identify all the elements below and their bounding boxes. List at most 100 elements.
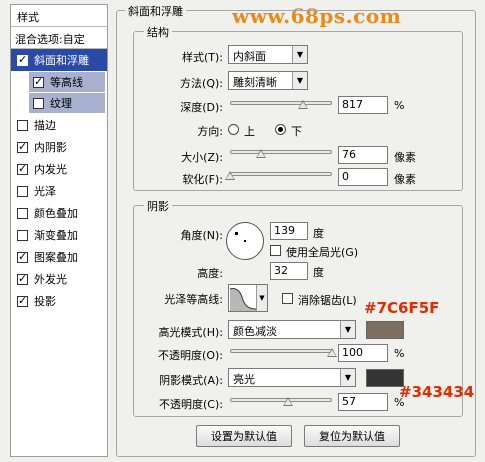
style-item[interactable]: 斜面和浮雕 [11, 49, 107, 71]
antialias-checkbox[interactable] [282, 293, 293, 304]
style-item-label: 光泽 [34, 185, 56, 198]
technique-dropdown[interactable]: 雕刻清晰 ▼ [228, 71, 308, 90]
size-input[interactable]: 76 [338, 146, 388, 164]
size-slider-thumb[interactable] [255, 149, 266, 158]
angle-dial[interactable] [226, 222, 264, 260]
technique-label: 方法(Q): [180, 77, 223, 90]
style-item[interactable]: 投影 [11, 290, 107, 312]
angle-dial-handle[interactable] [235, 232, 238, 235]
highlight-opacity-input[interactable]: 100 [338, 344, 388, 362]
style-item[interactable]: 图案叠加 [11, 246, 107, 268]
style-item[interactable]: 等高线 [29, 72, 105, 92]
style-item-checkbox[interactable] [17, 207, 28, 219]
angle-input[interactable]: 139 [270, 222, 308, 240]
style-item[interactable]: 纹理 [29, 93, 105, 113]
size-label: 大小(Z): [181, 151, 223, 164]
direction-down-label[interactable]: 下 [291, 123, 302, 139]
style-item[interactable]: 内发光 [11, 158, 107, 180]
reset-default-button[interactable]: 复位为默认值 [304, 425, 400, 447]
style-list: 斜面和浮雕等高线纹理描边内阴影内发光光泽颜色叠加渐变叠加图案叠加外发光投影 [11, 49, 107, 312]
style-item-checkbox[interactable] [33, 75, 44, 88]
style-item[interactable]: 渐变叠加 [11, 224, 107, 246]
highlight-opacity-slider[interactable] [230, 346, 337, 358]
shadow-mode-dropdown[interactable]: 亮光 ▼ [228, 368, 356, 387]
soften-slider-track [230, 172, 332, 176]
bevel-emboss-title: 斜面和浮雕 [125, 3, 186, 19]
soften-label: 软化(F): [182, 173, 223, 186]
style-item-checkbox[interactable] [17, 185, 28, 197]
highlight-opacity-thumb[interactable] [327, 348, 337, 357]
soften-input[interactable]: 0 [338, 168, 388, 186]
angle-unit: 度 [313, 227, 324, 240]
styles-panel: 样式 混合选项:自定 斜面和浮雕等高线纹理描边内阴影内发光光泽颜色叠加渐变叠加图… [10, 4, 108, 457]
antialias-label[interactable]: 消除锯齿(L) [298, 292, 357, 308]
style-dropdown-value: 内斜面 [233, 50, 266, 63]
contour-curve-icon [230, 288, 256, 311]
style-item-checkbox[interactable] [17, 294, 28, 307]
chevron-down-icon[interactable]: ▼ [292, 72, 307, 89]
shadow-opacity-label: 不透明度(C): [159, 398, 223, 411]
chevron-down-icon[interactable]: ▼ [340, 321, 355, 338]
size-slider[interactable] [230, 147, 332, 159]
style-item-checkbox[interactable] [17, 140, 28, 153]
global-light-checkbox[interactable] [270, 245, 281, 256]
style-item-checkbox[interactable] [17, 53, 28, 66]
style-item-label: 图案叠加 [34, 251, 78, 264]
style-item-checkbox[interactable] [17, 272, 28, 285]
direction-label: 方向: [197, 125, 223, 138]
style-item[interactable]: 内阴影 [11, 136, 107, 158]
shadow-opacity-track [230, 398, 332, 402]
style-item-checkbox[interactable] [17, 250, 28, 263]
depth-input[interactable]: 817 [338, 96, 388, 114]
shadow-opacity-thumb[interactable] [283, 397, 294, 406]
depth-slider-thumb[interactable] [298, 100, 309, 109]
altitude-input[interactable]: 32 [270, 262, 308, 280]
style-item-label: 描边 [34, 119, 56, 132]
shadow-opacity-input[interactable]: 57 [338, 393, 388, 411]
angle-dial-center [244, 240, 246, 242]
highlight-color-swatch[interactable] [366, 321, 404, 339]
styles-header[interactable]: 样式 [11, 5, 107, 27]
style-item[interactable]: 描边 [11, 114, 107, 136]
shadow-hex-annotation: #343434 [399, 383, 475, 401]
blending-options-item[interactable]: 混合选项:自定 [11, 27, 107, 49]
style-item-checkbox[interactable] [17, 162, 28, 175]
depth-slider[interactable] [230, 98, 332, 110]
style-item[interactable]: 外发光 [11, 268, 107, 290]
chevron-down-icon[interactable]: ▼ [292, 46, 307, 63]
gloss-contour-label: 光泽等高线: [164, 293, 223, 306]
chevron-down-icon[interactable]: ▼ [256, 285, 267, 311]
global-light-label[interactable]: 使用全局光(G) [286, 244, 358, 260]
shadow-opacity-slider[interactable] [230, 395, 332, 407]
chevron-down-icon[interactable]: ▼ [340, 369, 355, 386]
soften-slider-thumb[interactable] [225, 171, 235, 180]
style-dropdown[interactable]: 内斜面 ▼ [228, 45, 308, 64]
style-item-label: 等高线 [50, 76, 83, 89]
style-item-checkbox[interactable] [17, 229, 28, 241]
depth-unit: % [394, 99, 405, 112]
style-item-checkbox[interactable] [33, 97, 44, 109]
direction-up-label[interactable]: 上 [244, 123, 255, 139]
shadow-mode-value: 亮光 [233, 373, 255, 386]
style-item[interactable]: 光泽 [11, 180, 107, 202]
size-slider-track [230, 150, 332, 154]
style-item[interactable]: 颜色叠加 [11, 202, 107, 224]
style-item-checkbox[interactable] [17, 119, 28, 131]
shading-title: 阴影 [144, 198, 172, 214]
direction-up-radio[interactable] [228, 124, 239, 135]
soften-unit: 像素 [394, 173, 416, 186]
altitude-unit: 度 [313, 266, 324, 279]
angle-label: 角度(N): [180, 229, 223, 242]
highlight-hex-annotation: #7C6F5F [364, 299, 440, 317]
shadow-mode-label: 阴影模式(A): [159, 374, 223, 387]
make-default-button[interactable]: 设置为默认值 [196, 425, 292, 447]
highlight-mode-dropdown[interactable]: 颜色减淡 ▼ [228, 320, 356, 339]
highlight-opacity-track [230, 349, 332, 353]
style-item-label: 内阴影 [34, 141, 67, 154]
soften-slider[interactable] [225, 169, 332, 181]
highlight-opacity-unit: % [394, 347, 405, 360]
direction-down-radio[interactable] [275, 124, 286, 135]
style-item-label: 外发光 [34, 273, 67, 286]
gloss-contour-picker[interactable]: ▼ [228, 284, 268, 312]
altitude-label: 高度: [197, 267, 223, 280]
